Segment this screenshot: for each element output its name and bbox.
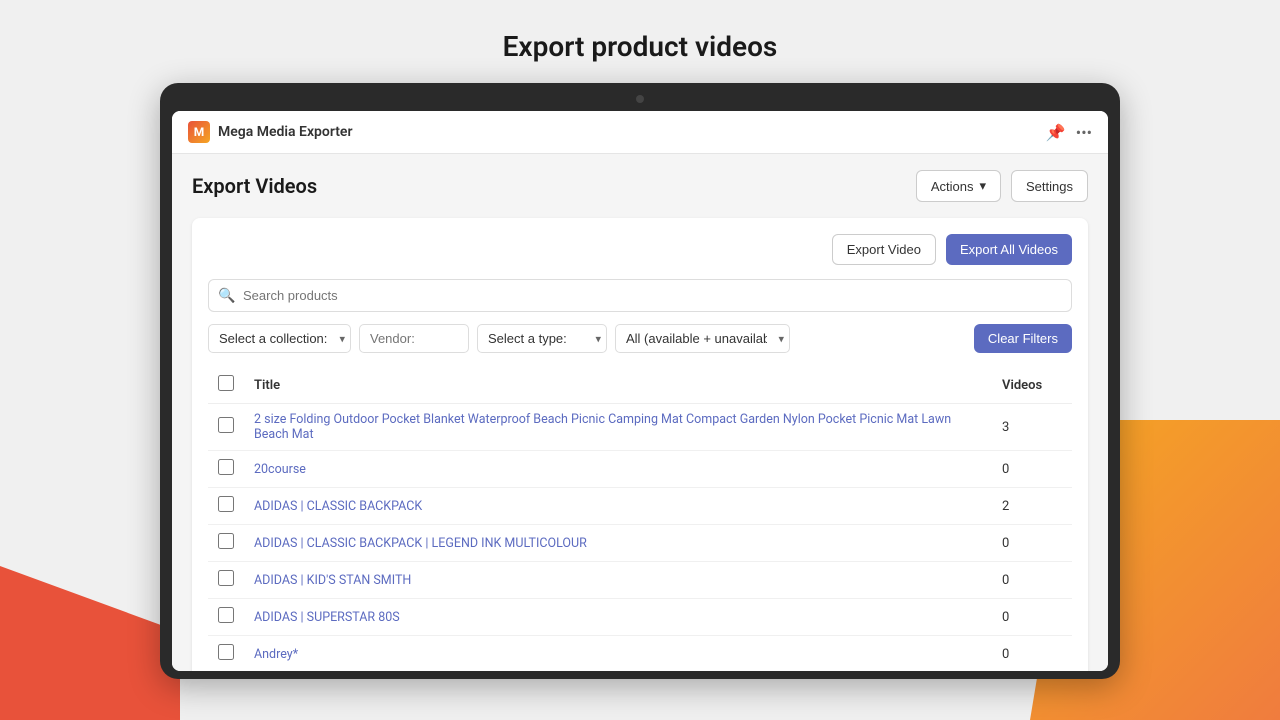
table-row: ADIDAS | SUPERSTAR 80S 0 [208, 599, 1072, 636]
row-videos-cell-5: 0 [992, 599, 1072, 636]
bg-decoration-red [0, 500, 180, 720]
row-videos-cell-1: 0 [992, 451, 1072, 488]
search-icon: 🔍 [218, 288, 235, 304]
header-buttons: Actions ▾ Settings [916, 170, 1088, 202]
row-title-cell-2: ADIDAS | CLASSIC BACKPACK [244, 488, 992, 525]
pin-icon[interactable]: 📌 [1046, 123, 1066, 142]
table-row: 20course 0 [208, 451, 1072, 488]
export-all-label: Export All Videos [960, 242, 1058, 257]
row-title-cell-0: 2 size Folding Outdoor Pocket Blanket Wa… [244, 404, 992, 451]
app-header-left: M Mega Media Exporter [188, 121, 352, 143]
export-buttons-row: Export Video Export All Videos [208, 234, 1072, 265]
th-title: Title [244, 367, 992, 404]
th-videos: Videos [992, 367, 1072, 404]
availability-filter-wrap: All (available + unavailable) [615, 324, 790, 353]
white-card: Export Video Export All Videos 🔍 Select [192, 218, 1088, 671]
row-checkbox-cell-2 [208, 488, 244, 525]
actions-chevron-icon: ▾ [979, 178, 986, 194]
filters-row: Select a collection: Select a type: All … [208, 324, 1072, 353]
row-checkbox-cell-4 [208, 562, 244, 599]
th-select-all [208, 367, 244, 404]
row-videos-cell-0: 3 [992, 404, 1072, 451]
row-checkbox-cell-3 [208, 525, 244, 562]
more-icon[interactable]: ••• [1076, 123, 1092, 142]
row-checkbox-0[interactable] [218, 417, 234, 433]
product-link-1[interactable]: 20course [254, 462, 306, 477]
product-link-3[interactable]: ADIDAS | CLASSIC BACKPACK | LEGEND INK M… [254, 536, 587, 551]
actions-button[interactable]: Actions ▾ [916, 170, 1001, 202]
products-table: Title Videos 2 size Folding Outdoor Pock… [208, 367, 1072, 671]
row-checkbox-1[interactable] [218, 459, 234, 475]
row-checkbox-cell-5 [208, 599, 244, 636]
settings-label: Settings [1026, 179, 1073, 194]
row-checkbox-3[interactable] [218, 533, 234, 549]
type-filter[interactable]: Select a type: [477, 324, 607, 353]
row-checkbox-4[interactable] [218, 570, 234, 586]
row-title-cell-5: ADIDAS | SUPERSTAR 80S [244, 599, 992, 636]
product-link-6[interactable]: Andrey* [254, 647, 298, 662]
th-title-label: Title [254, 378, 280, 393]
product-link-5[interactable]: ADIDAS | SUPERSTAR 80S [254, 610, 400, 625]
clear-filters-button[interactable]: Clear Filters [974, 324, 1072, 353]
product-link-4[interactable]: ADIDAS | KID'S STAN SMITH [254, 573, 411, 588]
vendor-filter[interactable] [359, 324, 469, 353]
table-row: ADIDAS | CLASSIC BACKPACK 2 [208, 488, 1072, 525]
row-videos-cell-2: 2 [992, 488, 1072, 525]
page-title: Export product videos [0, 0, 1280, 83]
search-bar: 🔍 [208, 279, 1072, 312]
product-link-2[interactable]: ADIDAS | CLASSIC BACKPACK [254, 499, 422, 514]
row-title-cell-1: 20course [244, 451, 992, 488]
row-checkbox-5[interactable] [218, 607, 234, 623]
app-header-right: 📌 ••• [1046, 123, 1092, 142]
export-all-videos-button[interactable]: Export All Videos [946, 234, 1072, 265]
row-title-cell-3: ADIDAS | CLASSIC BACKPACK | LEGEND INK M… [244, 525, 992, 562]
table-header-row: Title Videos [208, 367, 1072, 404]
row-videos-cell-4: 0 [992, 562, 1072, 599]
clear-filters-label: Clear Filters [988, 331, 1058, 346]
row-checkbox-cell-6 [208, 636, 244, 672]
table-row: ADIDAS | CLASSIC BACKPACK | LEGEND INK M… [208, 525, 1072, 562]
row-videos-cell-3: 0 [992, 525, 1072, 562]
app-header: M Mega Media Exporter 📌 ••• [172, 111, 1108, 154]
tablet-frame: M Mega Media Exporter 📌 ••• Export Video… [160, 83, 1120, 679]
table-row: ADIDAS | KID'S STAN SMITH 0 [208, 562, 1072, 599]
row-title-cell-4: ADIDAS | KID'S STAN SMITH [244, 562, 992, 599]
collection-filter[interactable]: Select a collection: [208, 324, 351, 353]
page-header-row: Export Videos Actions ▾ Settings [192, 170, 1088, 202]
export-videos-title: Export Videos [192, 174, 317, 198]
availability-filter[interactable]: All (available + unavailable) [615, 324, 790, 353]
row-videos-cell-6: 0 [992, 636, 1072, 672]
row-checkbox-6[interactable] [218, 644, 234, 660]
search-input[interactable] [208, 279, 1072, 312]
product-link-0[interactable]: 2 size Folding Outdoor Pocket Blanket Wa… [254, 412, 951, 442]
app-name-label: Mega Media Exporter [218, 124, 352, 140]
app-logo: M [188, 121, 210, 143]
collection-filter-wrap: Select a collection: [208, 324, 351, 353]
table-row: Andrey* 0 [208, 636, 1072, 672]
type-filter-wrap: Select a type: [477, 324, 607, 353]
th-videos-label: Videos [1002, 378, 1042, 393]
settings-button[interactable]: Settings [1011, 170, 1088, 202]
export-video-label: Export Video [847, 242, 921, 257]
export-video-button[interactable]: Export Video [832, 234, 936, 265]
content-area: Export Videos Actions ▾ Settings Expor [172, 154, 1108, 671]
row-checkbox-cell-1 [208, 451, 244, 488]
table-body: 2 size Folding Outdoor Pocket Blanket Wa… [208, 404, 1072, 672]
select-all-checkbox[interactable] [218, 375, 234, 391]
actions-label: Actions [931, 179, 974, 194]
tablet-camera [636, 95, 644, 103]
table-row: 2 size Folding Outdoor Pocket Blanket Wa… [208, 404, 1072, 451]
row-checkbox-2[interactable] [218, 496, 234, 512]
app-logo-letter: M [194, 125, 205, 139]
tablet-screen: M Mega Media Exporter 📌 ••• Export Video… [172, 111, 1108, 671]
row-title-cell-6: Andrey* [244, 636, 992, 672]
row-checkbox-cell-0 [208, 404, 244, 451]
